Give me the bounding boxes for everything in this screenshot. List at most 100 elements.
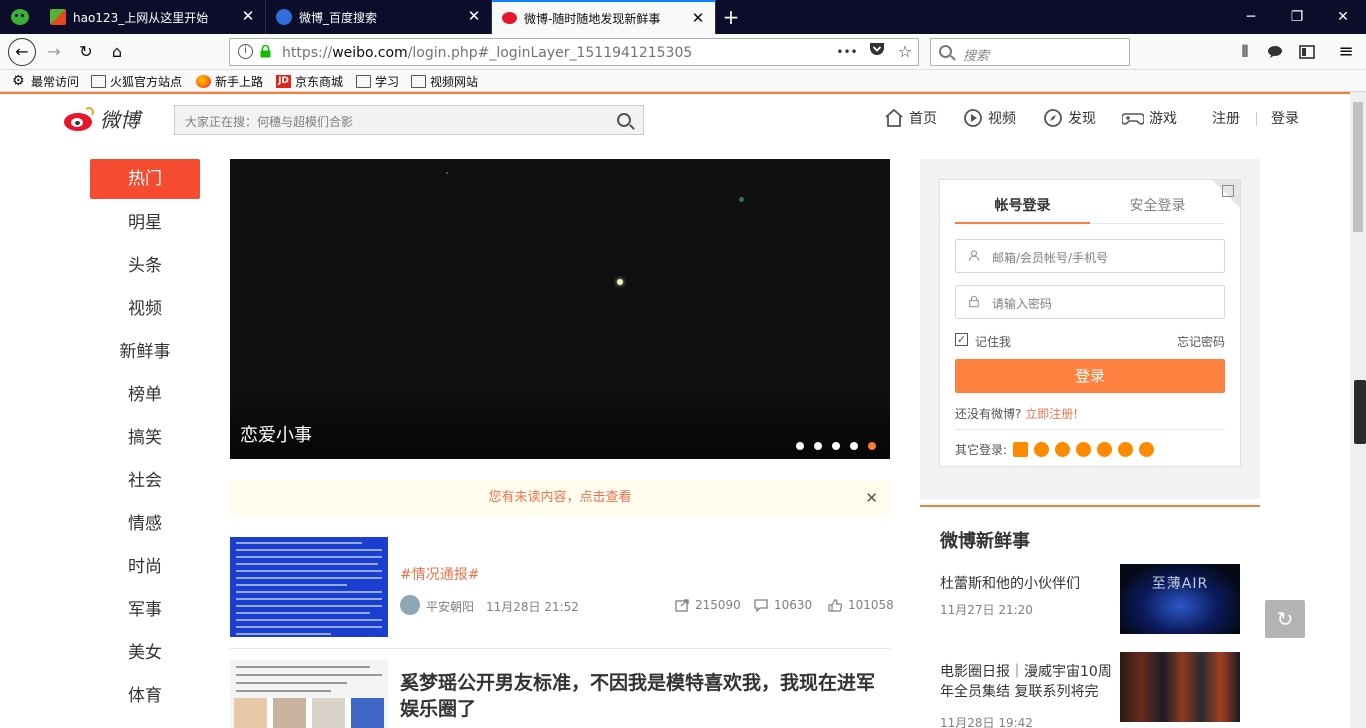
search-icon[interactable]	[617, 113, 631, 127]
close-tab-icon[interactable]: ✕	[467, 9, 481, 24]
category-headlines[interactable]: 头条	[90, 245, 200, 288]
url-bar[interactable]: i https://weibo.com/login.php#_loginLaye…	[229, 38, 919, 66]
bookmark-firefox-official[interactable]: 火狐官方站点	[91, 72, 182, 90]
nav-home[interactable]: 首页	[884, 108, 937, 128]
hamburger-menu-icon[interactable]: ≡	[1334, 40, 1358, 64]
tianyi-icon[interactable]	[1097, 442, 1113, 457]
username-field[interactable]: 邮箱/会员帐号/手机号	[955, 239, 1225, 273]
like-count[interactable]: 101058	[828, 598, 894, 612]
nav-discover[interactable]: 发现	[1043, 108, 1096, 128]
chat-bubble-icon[interactable]	[1263, 40, 1287, 64]
taobao-icon[interactable]	[1013, 442, 1029, 457]
feed-title[interactable]: 奚梦瑶公开男友标准，不因我是模特喜欢我，我现在进军娱乐圈了	[400, 670, 890, 722]
close-tab-icon[interactable]: ✕	[241, 9, 255, 24]
comment-count[interactable]: 10630	[754, 598, 812, 612]
library-icon[interactable]: ⫴	[1233, 40, 1257, 64]
close-tab-icon[interactable]: ✕	[691, 11, 705, 26]
reload-icon[interactable]: ↻	[74, 40, 98, 64]
pager-dot-active[interactable]	[868, 442, 876, 450]
category-hot[interactable]: 热门	[90, 159, 200, 199]
weibo-logo[interactable]: 微博	[64, 104, 140, 133]
sidebar-icon[interactable]	[1295, 40, 1319, 64]
refresh-icon[interactable]: ↻	[1265, 600, 1305, 638]
minimize-icon[interactable]: ─	[1228, 0, 1274, 34]
category-video[interactable]: 视频	[90, 288, 200, 331]
restore-icon[interactable]: ❐	[1274, 0, 1320, 34]
house-icon	[885, 108, 903, 127]
nav-login[interactable]: 登录	[1271, 108, 1299, 128]
baidu-paw-icon[interactable]	[1139, 442, 1155, 457]
fresh-item-title[interactable]: 电影圈日报｜漫威宇宙10周年全员集结 复联系列将完	[940, 662, 1115, 702]
login-button[interactable]: 登录	[955, 359, 1225, 393]
home-icon[interactable]: ⌂	[105, 40, 129, 64]
fresh-item-image[interactable]	[1120, 652, 1240, 722]
category-funny[interactable]: 搞笑	[90, 417, 200, 460]
wechat-icon[interactable]	[0, 0, 40, 34]
pocket-icon[interactable]	[866, 42, 888, 62]
category-fresh[interactable]: 新鲜事	[90, 331, 200, 374]
unread-notice[interactable]: 您有未读内容，点击查看 ✕	[230, 480, 890, 516]
nav-register[interactable]: 注册	[1212, 108, 1240, 128]
feed-item[interactable]: #情况通报# 平安朝阳 11月28日 21:52 215090 10630 10…	[230, 537, 894, 649]
category-ranking[interactable]: 榜单	[90, 374, 200, 417]
pager-dot[interactable]	[796, 442, 804, 450]
remember-label[interactable]: 记住我	[975, 333, 1011, 350]
bookmark-video-sites[interactable]: 视频网站	[411, 72, 478, 90]
scroll-thumb[interactable]	[1353, 102, 1363, 232]
repost-count[interactable]: 215090	[675, 598, 741, 612]
category-sports[interactable]: 体育	[90, 675, 200, 718]
category-society[interactable]: 社会	[90, 460, 200, 503]
category-fashion[interactable]: 时尚	[90, 546, 200, 589]
feed-item[interactable]: 奚梦瑶公开男友标准，不因我是模特喜欢我，我现在进军娱乐圈了	[230, 660, 890, 728]
register-link[interactable]: 立即注册!	[1025, 407, 1078, 421]
tab-hao123[interactable]: hao123_上网从这里开始 ✕	[40, 0, 266, 34]
feed-topic-tag[interactable]: #情况通报#	[400, 564, 479, 584]
weibo-search-input[interactable]: 大家正在搜：何穗与超模们合影	[174, 105, 644, 135]
weixin-icon[interactable]	[1076, 442, 1092, 457]
banner-light	[446, 172, 448, 174]
page-actions-icon[interactable]: •••	[836, 42, 858, 62]
tab-secure-login[interactable]: 安全登录	[1090, 196, 1225, 224]
new-tab-icon[interactable]: +	[720, 6, 742, 28]
close-notice-icon[interactable]: ✕	[865, 480, 878, 516]
remember-checkbox[interactable]: ✓	[955, 333, 968, 346]
tab-weibo[interactable]: 微博-随时随地发现新鲜事 ✕	[492, 0, 716, 34]
bookmark-getting-started[interactable]: 新手上路	[196, 72, 263, 90]
forgot-password-link[interactable]: 忘记密码	[1177, 333, 1225, 350]
tab-bar: hao123_上网从这里开始 ✕ 微博_百度搜索 ✕ 微博-随时随地发现新鲜事 …	[0, 0, 1366, 34]
close-window-icon[interactable]: ✕	[1320, 0, 1366, 34]
hero-banner[interactable]: 恋爱小事	[230, 159, 890, 459]
feed-source[interactable]: 平安朝阳	[426, 598, 474, 615]
folder-icon	[91, 74, 106, 88]
fresh-item-image[interactable]: 至薄AIR	[1120, 564, 1240, 634]
feed-thumbnail[interactable]	[230, 537, 388, 637]
pager-dot[interactable]	[850, 442, 858, 450]
nav-games[interactable]: 游戏	[1122, 108, 1177, 128]
nav-video[interactable]: 视频	[963, 108, 1016, 128]
password-field[interactable]: 请输入密码	[955, 285, 1225, 319]
forward-icon[interactable]: →	[42, 40, 66, 64]
pager-dot[interactable]	[832, 442, 840, 450]
fresh-news-panel: 微博新鲜事 杜蕾斯和他的小伙伴们 11月27日 21:20 至薄AIR 电影圈日…	[920, 505, 1260, 728]
back-icon[interactable]: ←	[8, 38, 36, 66]
category-emotion[interactable]: 情感	[90, 503, 200, 546]
bookmark-study[interactable]: 学习	[356, 72, 399, 90]
renren-icon[interactable]	[1055, 442, 1071, 457]
site-info-icon[interactable]: i	[238, 44, 253, 59]
bookmark-most-visited[interactable]: ⚙ 最常访问	[12, 72, 79, 90]
pager-dot[interactable]	[814, 442, 822, 450]
qq-icon[interactable]	[1034, 442, 1050, 457]
category-beauty[interactable]: 美女	[90, 632, 200, 675]
fresh-item-title[interactable]: 杜蕾斯和他的小伙伴们	[940, 574, 1115, 594]
bookmark-jd-mall[interactable]: JD 京东商城	[276, 72, 343, 90]
bookmark-star-icon[interactable]: ☆	[894, 42, 916, 62]
category-military[interactable]: 军事	[90, 589, 200, 632]
avatar[interactable]	[400, 595, 420, 615]
category-star[interactable]: 明星	[90, 202, 200, 245]
360-icon[interactable]	[1118, 442, 1134, 457]
feed-thumbnail[interactable]	[230, 660, 388, 728]
tab-account-login[interactable]: 帐号登录	[955, 196, 1090, 224]
browser-search-field[interactable]: 搜索	[930, 38, 1130, 66]
side-widget[interactable]	[1354, 380, 1366, 444]
tab-baidu-search[interactable]: 微博_百度搜索 ✕	[266, 0, 492, 34]
